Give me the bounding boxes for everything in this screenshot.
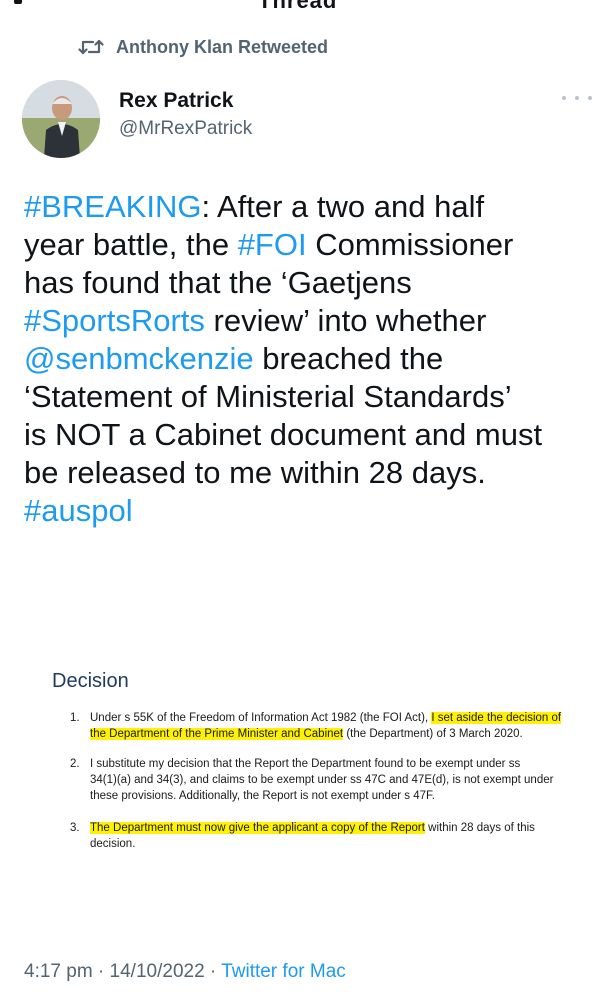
highlighted-text: the Department of the Prime Minister and… bbox=[90, 728, 344, 740]
decision-text-segment: (the Department) of 3 March 2020. bbox=[343, 728, 523, 740]
decision-line: Under s 55K of the Freedom of Informatio… bbox=[90, 710, 580, 726]
tweet-text-segment: ‘Statement of Ministerial Standards’ bbox=[24, 379, 512, 414]
tweet-source[interactable]: Twitter for Mac bbox=[221, 961, 346, 982]
retweet-label: Anthony Klan Retweeted bbox=[116, 36, 329, 57]
user-handle[interactable]: @MrRexPatrick bbox=[119, 116, 252, 142]
decision-text-segment: within 28 days of this bbox=[424, 822, 535, 834]
tweet-text-segment: review’ into whether bbox=[204, 303, 487, 338]
tweet-line: be released to me within 28 days. bbox=[24, 454, 594, 492]
decision-text-segment: these provisions. Additionally, the Repo… bbox=[90, 790, 435, 802]
decision-text-segment: decision. bbox=[90, 838, 136, 850]
retweet-context[interactable]: Anthony Klan Retweeted bbox=[78, 34, 328, 60]
decision-line: I substitute my decision that the Report… bbox=[90, 756, 580, 772]
attached-image[interactable]: Decision 1. Under s 55K of the Freedom of… bbox=[22, 648, 592, 948]
tweet-text: #BREAKING: After a two and half year batt… bbox=[24, 188, 594, 530]
tweet-line: #auspol bbox=[24, 492, 594, 530]
tweet-text-segment: Commissioner bbox=[306, 227, 514, 262]
meta-separator: · bbox=[204, 961, 222, 982]
tweet-text-segment: : After a two and half bbox=[201, 189, 485, 224]
tweet-text-segment: has found that the ‘Gaetjens bbox=[24, 265, 412, 300]
tweet-line: @senbmckenzie breached the bbox=[24, 340, 594, 378]
tweet-line: #SportsRorts review’ into whether bbox=[24, 302, 594, 340]
decision-item: 2. I substitute my decision that the Repo… bbox=[70, 756, 580, 804]
tweet-time[interactable]: 4:17 pm bbox=[24, 961, 93, 982]
tweet-date[interactable]: 14/10/2022 bbox=[110, 961, 205, 982]
decision-line: the Department of the Prime Minister and… bbox=[90, 726, 580, 742]
hashtag-link[interactable]: #SportsRorts bbox=[24, 303, 205, 338]
more-options-icon[interactable] bbox=[562, 88, 592, 108]
decision-item: 3. The Department must now give the appli… bbox=[70, 820, 580, 852]
decision-text: Under s 55K of the Freedom of Informatio… bbox=[90, 710, 580, 742]
decision-line: 34(1)(a) and 34(3), and claims to be exe… bbox=[90, 772, 580, 788]
tweet-text-segment: year battle, the bbox=[24, 227, 238, 262]
hashtag-link[interactable]: #FOI bbox=[238, 227, 307, 262]
tweet-detail-page: Thread Anthony Klan Retweeted Rex Patric… bbox=[0, 0, 613, 1000]
mention-link[interactable]: @senbmckenzie bbox=[24, 341, 254, 376]
tweet-metadata: 4:17 pm · 14/10/2022 · Twitter for Mac bbox=[24, 961, 346, 983]
meta-separator: · bbox=[92, 961, 110, 982]
highlighted-text: I set aside the decision of bbox=[431, 712, 562, 724]
tweet-text-segment: breached the bbox=[253, 341, 444, 376]
hashtag-link[interactable]: #BREAKING bbox=[24, 189, 201, 224]
author-names[interactable]: Rex Patrick @MrRexPatrick bbox=[119, 88, 252, 142]
highlighted-text: The Department must now give the applica… bbox=[90, 822, 425, 834]
tweet-text-segment: is NOT a Cabinet document and must bbox=[24, 417, 543, 452]
decision-number: 1. bbox=[70, 712, 80, 724]
avatar[interactable] bbox=[22, 80, 100, 158]
decision-line: these provisions. Additionally, the Repo… bbox=[90, 788, 580, 804]
decision-number: 2. bbox=[70, 758, 80, 770]
decision-text-segment: Under s 55K of the Freedom of Informatio… bbox=[90, 712, 432, 724]
tweet-author: Rex Patrick @MrRexPatrick bbox=[22, 80, 592, 160]
decision-text: I substitute my decision that the Report… bbox=[90, 756, 580, 804]
decision-line: The Department must now give the applica… bbox=[90, 820, 580, 836]
decision-text: The Department must now give the applica… bbox=[90, 820, 580, 852]
hashtag-link[interactable]: #auspol bbox=[24, 493, 133, 528]
decision-text-segment: I substitute my decision that the Report… bbox=[90, 758, 521, 770]
decision-number: 3. bbox=[70, 822, 80, 834]
tweet-line: year battle, the #FOI Commissioner bbox=[24, 226, 594, 264]
tweet-line: ‘Statement of Ministerial Standards’ bbox=[24, 378, 594, 416]
tweet-line: has found that the ‘Gaetjens bbox=[24, 264, 594, 302]
back-arrow-icon[interactable] bbox=[14, 0, 22, 4]
header-title: Thread bbox=[258, 0, 338, 13]
tweet-line: is NOT a Cabinet document and must bbox=[24, 416, 594, 454]
retweet-icon bbox=[78, 37, 104, 57]
decision-line: decision. bbox=[90, 836, 580, 852]
decision-text-segment: 34(1)(a) and 34(3), and claims to be exe… bbox=[90, 774, 554, 786]
tweet-line: #BREAKING: After a two and half bbox=[24, 188, 594, 226]
document-heading: Decision bbox=[52, 670, 129, 692]
tweet-text-segment: be released to me within 28 days. bbox=[24, 455, 486, 490]
display-name[interactable]: Rex Patrick bbox=[119, 88, 252, 114]
decision-item: 1. Under s 55K of the Freedom of Informat… bbox=[70, 710, 580, 742]
